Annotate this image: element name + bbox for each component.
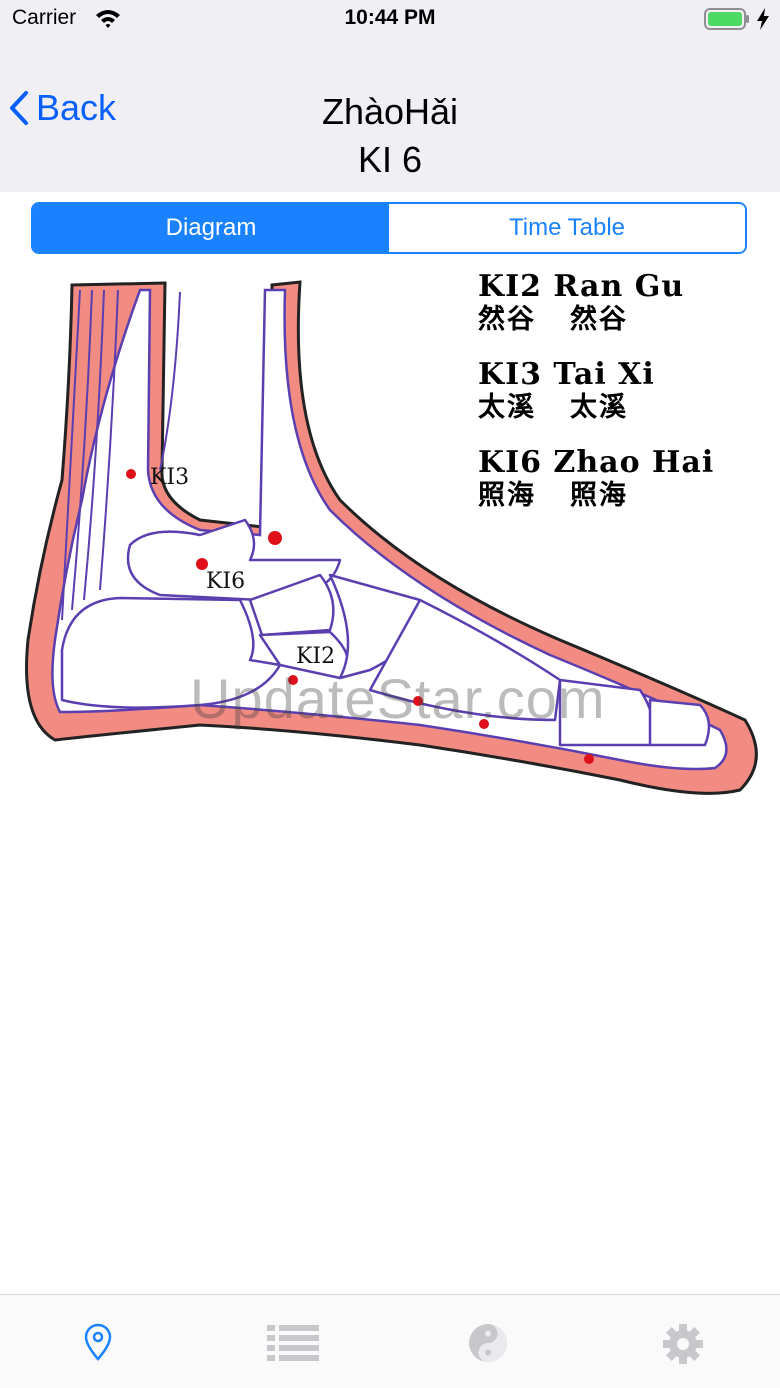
legend-name: KI6 Zhao Hai — [478, 445, 715, 480]
location-pin-icon — [84, 1323, 111, 1361]
yin-yang-icon — [468, 1324, 507, 1362]
tab-bar — [0, 1294, 780, 1388]
title-pinyin: ZhàoHǎi — [321, 91, 459, 132]
label-ki6: KI6 — [206, 569, 245, 594]
legend-chinese: 太溪 太溪 — [478, 392, 628, 423]
view-segmented-control: Diagram Time Table — [31, 202, 747, 254]
tab-settings[interactable] — [585, 1295, 780, 1388]
tab-location[interactable] — [0, 1295, 195, 1388]
battery-icon — [704, 8, 750, 35]
point-toe[interactable] — [584, 754, 594, 764]
point-legend: KI2 Ran Gu 然谷 然谷 KI3 Tai Xi 太溪 太溪 KI6 Zhao… — [478, 270, 714, 534]
watermark: UpdateStar.com — [190, 667, 606, 730]
segment-diagram[interactable]: Diagram — [33, 204, 389, 252]
point-ki3[interactable] — [126, 469, 136, 479]
title-code: KI 6 — [357, 139, 423, 180]
tab-list[interactable] — [195, 1295, 390, 1388]
navigation-bar: Back ZhàoHǎi KI 6 — [0, 40, 780, 192]
point-ki4[interactable] — [268, 531, 282, 545]
tab-yin-yang[interactable] — [390, 1295, 585, 1388]
list-icon — [266, 1325, 319, 1361]
status-bar: Carrier 10:44 PM — [0, 0, 780, 40]
segment-time-table[interactable]: Time Table — [389, 204, 745, 252]
status-time: 10:44 PM — [344, 6, 436, 29]
legend-name: KI2 Ran Gu — [478, 269, 685, 304]
page-title: ZhàoHǎi KI 6 — [0, 88, 780, 184]
gear-icon — [662, 1324, 703, 1364]
charging-icon — [756, 8, 770, 35]
legend-entry: KI6 Zhao Hai 照海 照海 — [478, 446, 714, 512]
legend-entry: KI2 Ran Gu 然谷 然谷 — [478, 270, 714, 336]
legend-chinese: 照海 照海 — [478, 480, 628, 511]
toe-bone — [648, 698, 711, 747]
legend-name: KI3 Tai Xi — [478, 357, 655, 392]
legend-entry: KI3 Tai Xi 太溪 太溪 — [478, 358, 714, 424]
label-ki3: KI3 — [150, 465, 189, 490]
legend-chinese: 然谷 然谷 — [478, 304, 628, 335]
